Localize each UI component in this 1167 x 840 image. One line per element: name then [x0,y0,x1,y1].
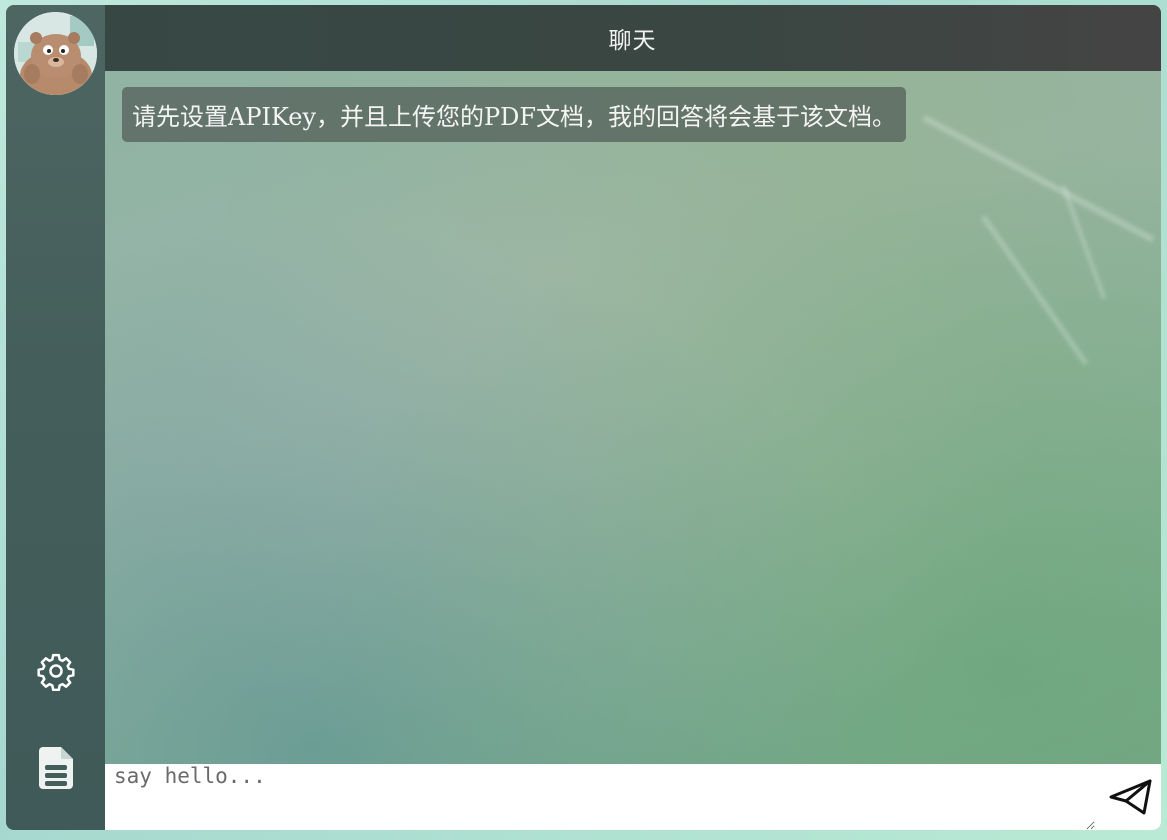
bear-avatar-icon[interactable] [14,12,97,95]
paper-plane-icon [1109,779,1152,815]
background-streak [922,115,1155,243]
page-title: 聊天 [608,28,657,54]
app-window: 聊天 请先设置APIKey，并且上传您的PDF文档，我的回答将会基于该文档。 [6,5,1161,830]
assistant-message: 请先设置APIKey，并且上传您的PDF文档，我的回答将会基于该文档。 [122,87,907,142]
composer [105,764,1161,830]
chat-panel: 聊天 请先设置APIKey，并且上传您的PDF文档，我的回答将会基于该文档。 [105,5,1161,830]
chat-header: 聊天 [105,5,1161,71]
sidebar [6,5,105,830]
background-streak [1061,185,1107,300]
message-input[interactable] [105,764,1095,830]
message-text: 请先设置APIKey，并且上传您的PDF文档，我的回答将会基于该文档。 [132,103,897,131]
background-streak [980,215,1089,366]
document-icon[interactable] [35,747,77,789]
send-button[interactable] [1108,776,1154,818]
gear-icon[interactable] [35,650,77,692]
